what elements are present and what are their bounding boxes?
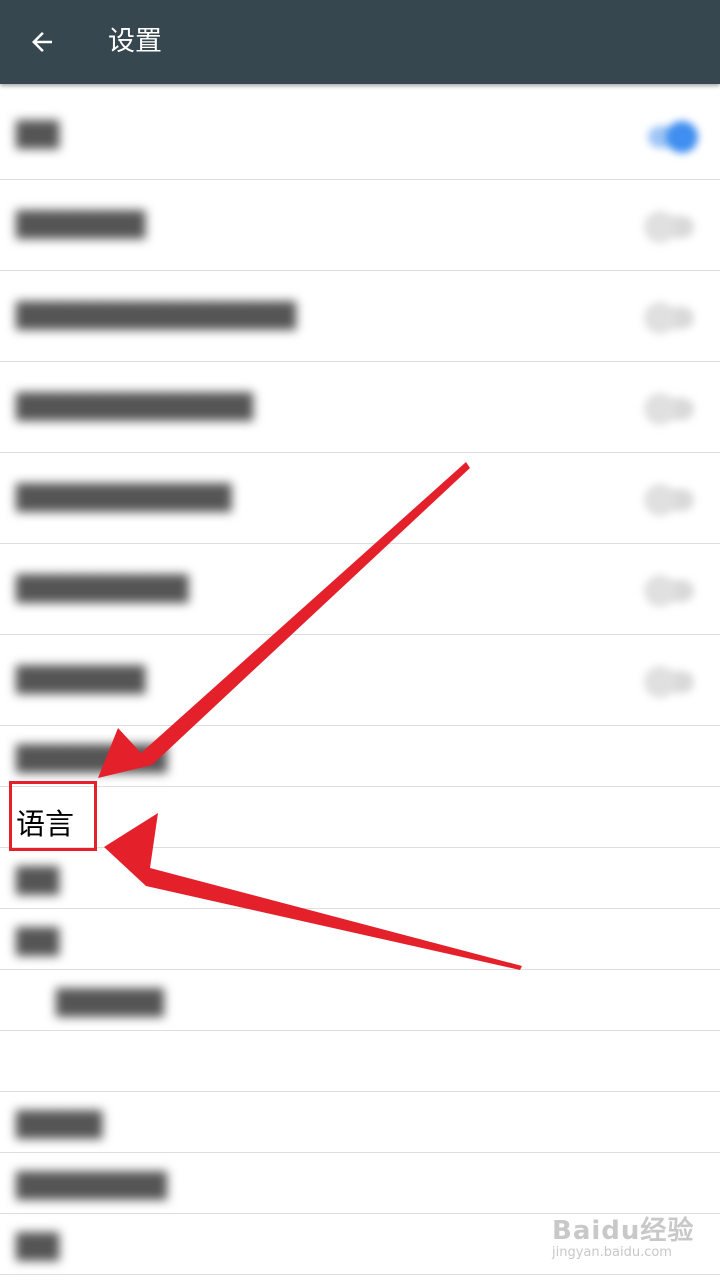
blurred-label: ▇▇▇▇▇▇▇▇▇▇▇ [16, 388, 253, 421]
arrow-left-icon [32, 32, 52, 52]
settings-item[interactable] [0, 1031, 720, 1092]
settings-item[interactable]: ▇▇ [0, 94, 720, 180]
settings-item[interactable]: ▇▇▇▇▇▇▇ [0, 1153, 720, 1214]
blurred-label: ▇▇▇▇▇▇▇ [16, 1167, 167, 1200]
settings-item[interactable]: ▇▇▇▇▇▇▇▇▇▇ [0, 453, 720, 544]
blurred-label: ▇▇▇▇▇▇ [16, 206, 146, 239]
highlight-box [9, 781, 97, 851]
settings-item[interactable]: ▇▇▇▇▇▇▇▇ [0, 544, 720, 635]
app-bar: 设置 [0, 0, 720, 84]
blurred-label: ▇▇▇▇▇▇▇▇ [16, 570, 189, 603]
watermark: Baidu经验 jingyan.baidu.com [552, 1210, 694, 1260]
back-button[interactable] [20, 22, 64, 62]
blurred-label: ▇▇▇▇ [16, 1106, 103, 1139]
settings-item[interactable]: ▇▇▇▇▇▇▇ [0, 726, 720, 787]
blurred-label: ▇▇▇▇▇▇ [16, 661, 146, 694]
blurred-label: ▇▇ [16, 862, 60, 895]
toggle-switch[interactable] [644, 575, 694, 607]
blurred-label: ▇▇▇▇▇▇▇▇▇▇▇▇▇ [16, 297, 296, 330]
settings-item-language[interactable]: 语言 [0, 787, 720, 848]
blurred-label: ▇▇ [16, 1228, 60, 1261]
toggle-switch[interactable] [644, 302, 694, 334]
settings-item[interactable]: ▇▇▇▇▇▇▇▇▇▇▇▇▇ [0, 271, 720, 362]
blurred-label: ▇▇ [16, 923, 60, 956]
toggle-switch[interactable] [644, 484, 694, 516]
settings-item[interactable]: ▇▇▇▇▇▇ [0, 180, 720, 271]
blurred-label: ▇▇▇▇▇ [56, 984, 164, 1017]
toggle-switch[interactable] [644, 211, 694, 243]
blurred-label: ▇▇ [16, 116, 60, 149]
toggle-switch[interactable] [644, 666, 694, 698]
blurred-label: ▇▇▇▇▇▇▇ [16, 740, 167, 773]
settings-item[interactable]: ▇▇▇▇▇▇▇▇▇▇▇ [0, 362, 720, 453]
settings-item[interactable]: ▇▇▇▇ [0, 1092, 720, 1153]
settings-item[interactable]: ▇▇ [0, 909, 720, 970]
watermark-main: Baidu经验 [552, 1216, 695, 1246]
settings-item[interactable]: ▇▇ [0, 848, 720, 909]
settings-item[interactable]: ▇▇▇▇▇ [0, 970, 720, 1031]
toggle-switch[interactable] [644, 393, 694, 425]
page-title: 设置 [108, 26, 162, 57]
toggle-switch[interactable] [648, 121, 698, 153]
watermark-sub: jingyan.baidu.com [552, 1245, 672, 1260]
settings-item[interactable]: ▇▇▇▇▇▇ [0, 635, 720, 726]
blurred-label: ▇▇▇▇▇▇▇▇▇▇ [16, 479, 232, 512]
